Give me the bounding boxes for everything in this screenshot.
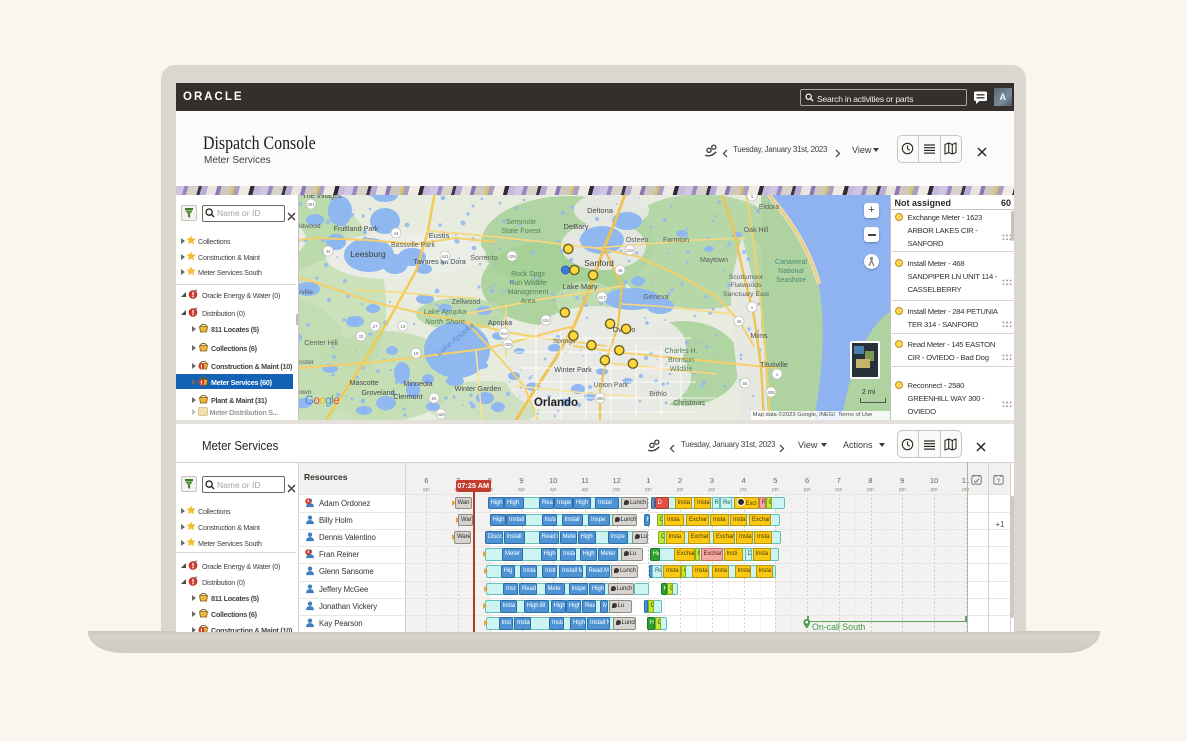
svg-text:Bronson: Bronson [668,357,694,364]
svg-text:Clermont: Clermont [393,392,422,401]
svg-text:Scottsmoor: Scottsmoor [729,274,764,281]
svg-text:Farmton: Farmton [663,237,689,244]
svg-text:Deltona: Deltona [587,206,614,215]
svg-text:rville: rville [299,289,313,296]
svg-text:50: 50 [432,396,437,401]
svg-text:434: 434 [542,318,550,323]
svg-text:Oak Hill: Oak Hill [744,227,769,234]
svg-text:33: 33 [359,334,364,339]
svg-text:State Forest: State Forest [501,226,540,235]
svg-text:Apopka: Apopka [488,318,512,327]
svg-text:Osteen: Osteen [626,237,649,244]
svg-text:Sorrento: Sorrento [470,253,498,262]
svg-text:Zellwood: Zellwood [452,297,481,306]
svg-text:Area: Area [521,298,536,305]
svg-text:oster: oster [299,359,315,366]
svg-text:19: 19 [414,351,419,356]
svg-text:429: 429 [437,412,445,417]
svg-text:44: 44 [326,249,331,254]
svg-text:46: 46 [737,319,742,324]
svg-text:27: 27 [373,324,378,329]
svg-text:429: 429 [508,254,516,259]
svg-text:Sanctuary East: Sanctuary East [723,291,769,298]
svg-text:Charles H.: Charles H. [664,348,697,355]
svg-text:Seashore: Seashore [776,277,806,284]
svg-text:Groveland: Groveland [361,388,394,397]
svg-text:50: 50 [743,381,748,386]
svg-text:Leesburg: Leesburg [350,249,386,259]
svg-text:Titusville: Titusville [760,360,788,369]
svg-text:415: 415 [626,248,634,253]
svg-text:Eustis: Eustis [429,231,450,240]
svg-text:Rock Spgs: Rock Spgs [511,271,545,278]
svg-text:414: 414 [500,331,508,336]
svg-text:Seminole: Seminole [506,217,536,226]
svg-text:Geneva: Geneva [643,292,668,301]
svg-text:Winter Garden: Winter Garden [455,384,502,393]
svg-text:ldwood: ldwood [299,223,321,230]
svg-text:46: 46 [618,268,623,273]
svg-text:Fruitland Park: Fruitland Park [334,224,379,233]
svg-text:Winter Park: Winter Park [554,365,592,374]
svg-text:Management: Management [508,289,549,296]
svg-text:417: 417 [598,295,606,300]
svg-text:DeBary: DeBary [563,222,588,231]
svg-text:Union Park: Union Park [594,382,629,389]
svg-text:429: 429 [504,342,512,347]
svg-text:Mims: Mims [750,331,768,340]
svg-text:?: ? [996,478,1000,485]
svg-text:Canaveral: Canaveral [775,259,807,266]
svg-text:44: 44 [394,231,399,236]
svg-text:Center Hill: Center Hill [304,338,338,347]
svg-text:Maytown: Maytown [700,257,728,264]
svg-text:Lake Mary: Lake Mary [562,282,597,291]
svg-text:Bithlo: Bithlo [649,391,667,398]
svg-text:Orlando: Orlando [534,397,578,409]
svg-text:Lake Apopka: Lake Apopka [424,307,467,316]
svg-text:Minneola: Minneola [403,379,432,388]
svg-text:Eldora: Eldora [759,204,779,211]
svg-text:Bassville Park: Bassville Park [391,242,435,249]
svg-text:Run Wildlife: Run Wildlife [509,280,546,287]
svg-text:405: 405 [767,390,775,395]
svg-text:Tavares: Tavares [413,257,439,266]
svg-text:Mascotte: Mascotte [349,378,378,387]
svg-text:19: 19 [401,324,406,329]
svg-text:408: 408 [596,396,604,401]
svg-text:Sanford: Sanford [584,258,614,268]
svg-text:National: National [778,268,804,275]
svg-text:441: 441 [441,254,449,259]
svg-text:Christmas: Christmas [673,400,705,407]
svg-text:301: 301 [307,202,315,207]
svg-text:North Shore: North Shore [425,317,465,326]
svg-text:Flatwoods: Flatwoods [731,282,763,289]
svg-text:Wildlife: Wildlife [670,366,693,373]
